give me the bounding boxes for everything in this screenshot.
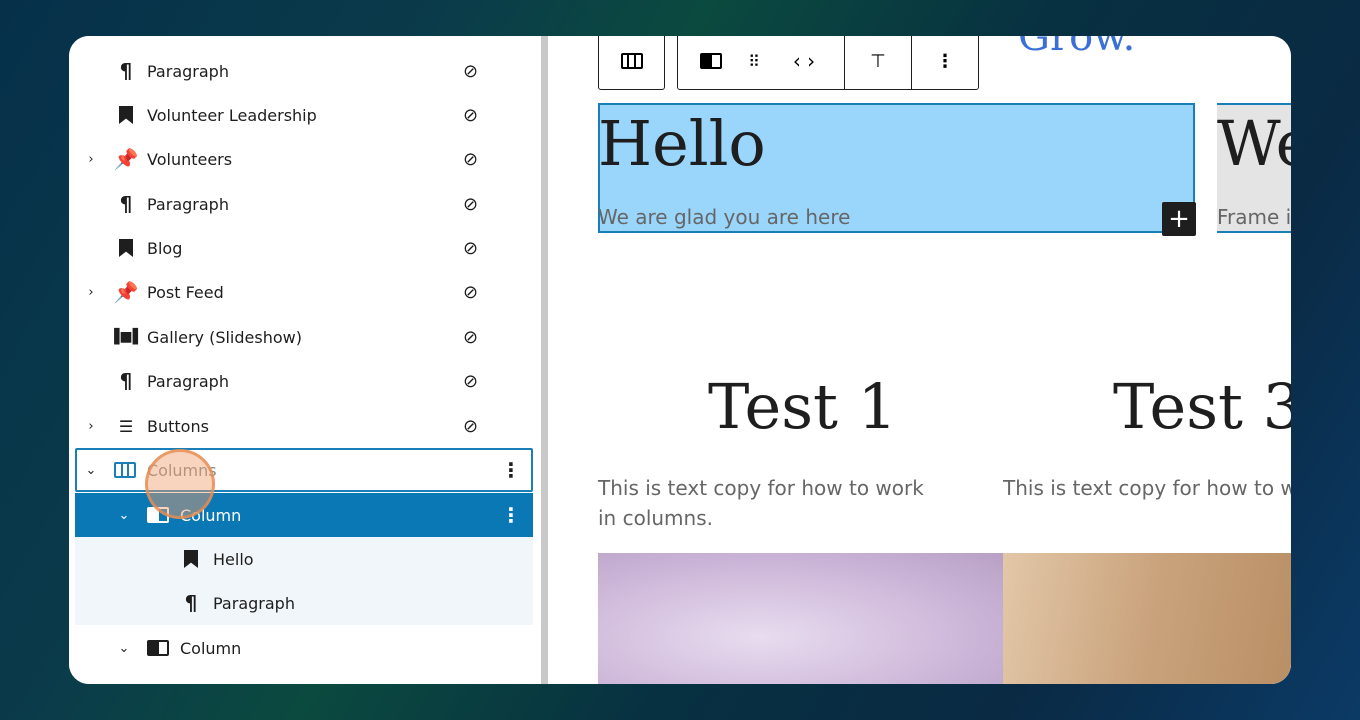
list-item[interactable]: › ☰ Buttons ⊘ [75, 404, 533, 448]
add-block-button[interactable]: + [1162, 202, 1196, 236]
hidden-eye-icon[interactable]: ⊘ [463, 282, 478, 303]
editor-canvas: Grow. ⠿ ‹ › ⊤ ⋮ Hello We are glad you ar… [551, 36, 1291, 684]
column-heading: Hello [598, 107, 766, 180]
bookmark-icon [115, 237, 137, 259]
list-item[interactable]: › 📌 Volunteers ⊘ [75, 137, 533, 181]
chevron-down-icon[interactable]: ⌄ [84, 463, 98, 478]
paragraph-icon: ¶ [119, 59, 133, 83]
pin-icon: 📌 [113, 280, 139, 304]
list-item[interactable]: ¶ Paragraph ⊘ [75, 359, 533, 403]
hidden-eye-icon[interactable]: ⊘ [463, 194, 478, 215]
columns-icon [114, 459, 136, 481]
column-paragraph: Frame i [1217, 205, 1291, 229]
list-item[interactable]: Blog ⊘ [75, 226, 533, 270]
more-options-button[interactable]: ⋮ [911, 36, 978, 89]
column-block-button[interactable] [678, 36, 744, 89]
list-item[interactable]: ¶ Paragraph ⊘ [75, 182, 533, 226]
selected-column[interactable]: Hello We are glad you are here + [598, 103, 1196, 236]
hidden-eye-icon[interactable]: ⊘ [463, 371, 478, 392]
hidden-eye-icon[interactable]: ⊘ [463, 416, 478, 437]
list-item[interactable]: ¶ Paragraph [75, 581, 533, 625]
drag-handle-icon[interactable]: ⠿ [744, 36, 764, 89]
hidden-eye-icon[interactable]: ⊘ [463, 149, 478, 170]
block-toolbar: ⠿ ‹ › ⊤ ⋮ [677, 36, 979, 90]
chevron-right-icon[interactable]: › [84, 285, 98, 300]
cursor-hand-icon [145, 449, 215, 519]
list-item[interactable]: Volunteer Leadership ⊘ [75, 93, 533, 137]
hidden-eye-icon[interactable]: ⊘ [463, 61, 478, 82]
image-wood[interactable] [1003, 553, 1291, 684]
list-view-panel: ¶ Paragraph ⊘ Volunteer Leadership ⊘ › 📌 Volu… [69, 36, 541, 684]
hidden-eye-icon[interactable]: ⊘ [463, 238, 478, 259]
chevron-down-icon[interactable]: ⌄ [117, 641, 131, 656]
list-item[interactable]: › 📌 Post Feed ⊘ [75, 270, 533, 314]
list-item[interactable]: Hello [75, 537, 533, 581]
test3-text: This is text copy for how to w in column… [1003, 473, 1291, 503]
vertical-align-top-button[interactable]: ⊤ [844, 36, 911, 89]
chevron-down-icon[interactable]: ⌄ [117, 508, 131, 523]
test3-heading: Test 3 [1113, 370, 1291, 443]
gallery-icon: ▐■▌ [108, 329, 144, 345]
bookmark-icon [115, 104, 137, 126]
bookmark-icon [180, 548, 202, 570]
test1-heading: Test 1 [708, 370, 898, 443]
image-flowers[interactable] [598, 553, 1003, 684]
select-parent-columns-button[interactable] [599, 36, 664, 89]
chevron-right-icon[interactable]: › [84, 152, 98, 167]
test1-text: This is text copy for how to work in col… [598, 476, 924, 530]
hidden-eye-icon[interactable]: ⊘ [463, 105, 478, 126]
more-options-icon[interactable]: ⋮ [501, 458, 521, 482]
paragraph-icon: ¶ [119, 369, 133, 393]
hidden-eye-icon[interactable]: ⊘ [463, 327, 478, 348]
move-left-right-icon[interactable]: ‹ › [764, 36, 844, 89]
paragraph-icon: ¶ [119, 192, 133, 216]
chevron-right-icon[interactable]: › [84, 419, 98, 434]
test3-text-content: This is text copy for how to w in column… [1003, 476, 1291, 500]
column-paragraph: We are glad you are here [598, 205, 851, 229]
list-item-columns[interactable]: ⌄ Columns ⋮ [75, 448, 533, 492]
paragraph-icon: ¶ [184, 591, 198, 615]
list-item[interactable]: ¶ Paragraph ⊘ [75, 49, 533, 93]
heading-grow: Grow. [1018, 36, 1136, 60]
more-options-icon[interactable]: ⋮ [501, 503, 521, 527]
column-heading: We [1217, 107, 1291, 180]
list-item[interactable]: ⌄ Column [75, 626, 533, 670]
panel-resize-handle[interactable] [541, 36, 551, 684]
list-item[interactable]: ▐■▌ Gallery (Slideshow) ⊘ [75, 315, 533, 359]
list-item-column-selected[interactable]: ⌄ Column ⋮ [75, 493, 533, 537]
editor-window: ¶ Paragraph ⊘ Volunteer Leadership ⊘ › 📌 Volu… [69, 36, 1291, 684]
pin-icon: 📌 [113, 147, 139, 171]
buttons-icon: ☰ [118, 416, 134, 436]
block-toolbar-parent [598, 36, 665, 90]
second-column[interactable]: We Frame i [1217, 103, 1291, 233]
column-icon [147, 637, 169, 659]
